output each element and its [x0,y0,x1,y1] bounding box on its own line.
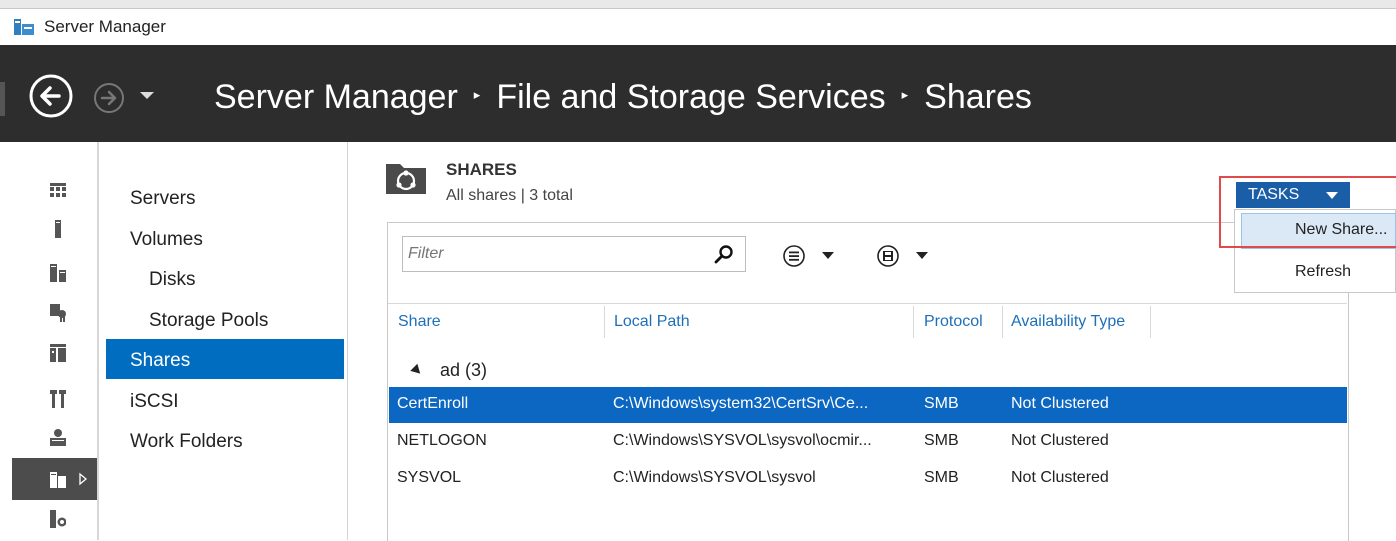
breadcrumb: Server Manager ▸ File and Storage Servic… [214,74,1032,120]
nav-item-shares[interactable]: Shares [130,350,190,372]
ad-cs-icon[interactable] [50,304,66,322]
list-options-caret-icon[interactable] [822,252,834,259]
breadcrumb-separator: ▸ [901,87,909,102]
annotation-outline [1219,176,1396,248]
menu-item-refresh[interactable]: Refresh [1295,263,1351,281]
column-separator[interactable] [1150,306,1151,338]
nav-item-servers[interactable]: Servers [130,188,195,210]
file-storage-icon[interactable] [50,470,66,488]
shares-title: SHARES [446,160,517,179]
breadcrumb-server-manager[interactable]: Server Manager [214,78,458,117]
cell-share: SYSVOL [397,469,462,486]
column-header-top-border [388,303,1347,304]
list-options-icon[interactable] [782,244,806,268]
all-servers-icon[interactable] [50,264,66,282]
column-separator[interactable] [1002,306,1003,338]
ad-ds-icon[interactable] [50,344,66,362]
filter-input[interactable] [404,238,712,270]
nav-item-disks[interactable]: Disks [149,269,195,291]
cell-local-path: C:\Windows\system32\CertSrv\Ce... [613,395,869,412]
header-edge [0,82,5,116]
shares-folder-icon [386,164,426,194]
table-row[interactable]: NETLOGON C:\Windows\SYSVOL\sysvol\ocmir.… [389,424,1347,460]
server-manager-app-icon [14,19,34,35]
column-header-local-path[interactable]: Local Path [614,313,690,331]
nav-item-work-folders[interactable]: Work Folders [130,431,243,453]
breadcrumb-separator: ▸ [473,87,481,102]
forward-arrow-icon[interactable] [92,81,126,115]
column-header-share[interactable]: Share [398,313,441,331]
cell-share: NETLOGON [397,432,487,449]
nav-item-volumes[interactable]: Volumes [130,229,203,251]
breadcrumb-file-storage[interactable]: File and Storage Services [496,78,885,117]
column-header-availability-type[interactable]: Availability Type [1011,313,1125,331]
cell-protocol: SMB [924,432,959,449]
window-title: Server Manager [44,17,166,36]
history-dropdown-icon[interactable] [138,88,156,102]
cell-local-path: C:\Windows\SYSVOL\sysvol\ocmir... [613,432,872,449]
table-row[interactable]: CertEnroll C:\Windows\system32\CertSrv\C… [389,387,1347,423]
nav-item-iscsi[interactable]: iSCSI [130,391,179,413]
cell-availability: Not Clustered [1011,469,1109,486]
dhcp-icon[interactable] [50,390,66,408]
dashboard-icon[interactable] [50,182,66,200]
cell-protocol: SMB [924,395,959,412]
table-row[interactable]: SYSVOL C:\Windows\SYSVOL\sysvol SMB Not … [389,461,1347,497]
shares-subtitle: All shares | 3 total [446,187,573,204]
window-top-strip [0,0,1396,9]
cell-availability: Not Clustered [1011,432,1109,449]
rail-expand-arrow-icon[interactable] [78,472,88,486]
column-header-protocol[interactable]: Protocol [924,313,983,331]
cell-local-path: C:\Windows\SYSVOL\sysvol [613,469,816,486]
local-server-icon[interactable] [50,220,66,238]
search-icon[interactable] [714,244,734,264]
cell-share: CertEnroll [397,395,469,412]
cell-availability: Not Clustered [1011,395,1109,412]
window-title-bar [0,9,1396,45]
cell-protocol: SMB [924,469,959,486]
breadcrumb-shares: Shares [924,77,1032,116]
save-query-icon[interactable] [876,244,900,268]
iis-icon[interactable] [50,510,66,528]
save-query-caret-icon[interactable] [916,252,928,259]
dns-icon[interactable] [50,428,66,446]
group-header[interactable]: ad (3) [440,360,487,381]
nav-item-storage-pools[interactable]: Storage Pools [149,310,268,332]
column-separator[interactable] [604,306,605,338]
back-arrow-icon[interactable] [28,73,74,119]
column-separator[interactable] [913,306,914,338]
